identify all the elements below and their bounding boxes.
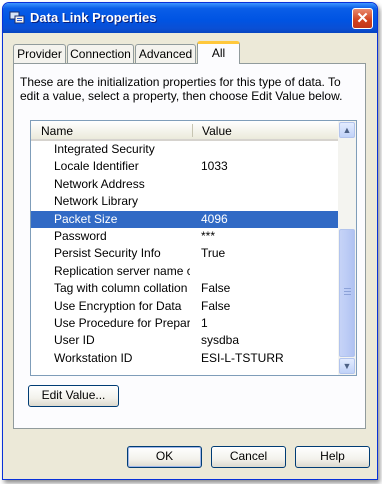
property-name: Password (54, 228, 107, 243)
property-value: ESI-L-TSTURR (201, 350, 284, 365)
property-value: True (201, 246, 226, 261)
list-row[interactable]: Locale Identifier 1033 (31, 158, 338, 175)
property-name: Replication server name c... (54, 263, 190, 278)
thumb-grip (344, 294, 351, 295)
window-title: Data Link Properties (30, 10, 157, 25)
list-row-selected[interactable]: Packet Size 4096 (31, 210, 338, 228)
property-name: Workstation ID (54, 350, 133, 365)
data-link-icon (9, 11, 25, 25)
list-header: Name Value (31, 121, 338, 141)
property-value: False (201, 281, 231, 296)
tab-connection[interactable]: Connection (67, 44, 134, 63)
list-row[interactable]: Replication server name c... (31, 263, 338, 280)
property-value: False (201, 298, 231, 313)
thumb-grip (344, 288, 351, 289)
property-name: Use Procedure for Prepare (54, 315, 190, 330)
list-row[interactable]: User ID sysdba (31, 332, 338, 349)
dialog-window: Data Link Properties ✕ Provider Connecti… (2, 2, 378, 480)
property-name: Use Encryption for Data (54, 298, 182, 313)
property-name: Network Library (54, 194, 139, 209)
column-header-value[interactable]: Value (202, 124, 232, 138)
tab-provider[interactable]: Provider (13, 44, 66, 63)
description-text: These are the initialization properties … (20, 75, 343, 103)
property-value: 1033 (201, 159, 228, 174)
list-row[interactable]: Use Encryption for Data False (31, 298, 338, 315)
tab-advanced[interactable]: Advanced (135, 44, 196, 63)
property-value: sysdba (201, 333, 240, 348)
close-button[interactable]: ✕ (352, 8, 373, 29)
property-name: Integrated Security (54, 142, 155, 156)
property-value: 1 (201, 315, 208, 330)
title-bar[interactable]: Data Link Properties ✕ (3, 3, 377, 33)
close-icon: ✕ (356, 10, 369, 27)
list-row[interactable]: Tag with column collation ... False (31, 280, 338, 297)
column-header-name[interactable]: Name (41, 124, 73, 138)
property-value: *** (201, 228, 216, 243)
list-row[interactable]: Integrated Security (31, 141, 338, 158)
list-row[interactable]: Workstation ID ESI-L-TSTURR (31, 350, 338, 367)
ok-button[interactable]: OK (127, 446, 202, 468)
property-value: 4096 (201, 211, 228, 226)
edit-value-button[interactable]: Edit Value... (28, 385, 119, 407)
list-row[interactable]: Network Library (31, 193, 338, 210)
scrollbar-thumb[interactable] (339, 229, 355, 357)
scroll-up-button[interactable]: ▲ (339, 122, 355, 138)
column-divider[interactable] (192, 124, 193, 137)
scroll-down-arrow-icon: ▼ (342, 361, 352, 371)
property-list[interactable]: Name Value Integrated Security Locale Id… (30, 120, 357, 376)
list-row[interactable]: Network Address (31, 176, 338, 193)
tab-all[interactable]: All (197, 41, 240, 64)
help-button[interactable]: Help (295, 446, 370, 468)
list-row[interactable]: Use Procedure for Prepare 1 (31, 315, 338, 332)
property-name: User ID (54, 333, 95, 348)
property-rows: Integrated Security Locale Identifier 103… (31, 141, 338, 367)
property-name: Locale Identifier (54, 159, 139, 174)
vertical-scrollbar[interactable]: ▲ ▼ (338, 121, 356, 375)
property-name: Packet Size (54, 211, 118, 226)
scroll-up-arrow-icon: ▲ (342, 125, 352, 135)
cancel-button[interactable]: Cancel (211, 446, 286, 468)
scroll-down-button[interactable]: ▼ (339, 358, 355, 374)
thumb-grip (344, 291, 351, 292)
list-row[interactable]: Persist Security Info True (31, 245, 338, 262)
list-row[interactable]: Password *** (31, 228, 338, 245)
property-name: Persist Security Info (54, 246, 161, 261)
property-name: Tag with column collation ... (54, 281, 190, 296)
property-name: Network Address (54, 176, 145, 191)
